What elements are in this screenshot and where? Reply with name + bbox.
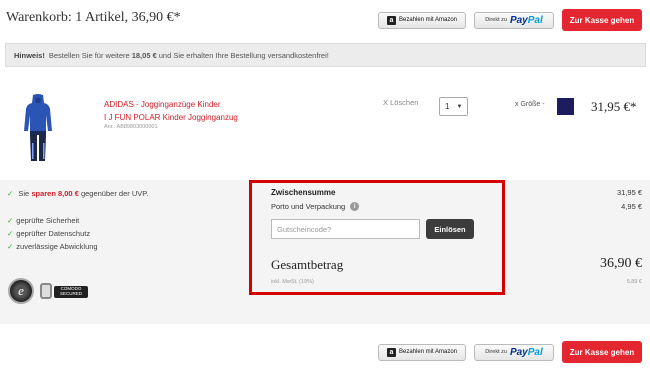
amazon-pay-button[interactable]: a Bezahlen mit Amazon [378,11,466,29]
amazon-pay-button[interactable]: a Bezahlen mit Amazon [378,343,466,361]
quantity-value: 1 [445,102,450,111]
tax-label: inkl. MwSt. (19%) [271,279,314,285]
paypal-logo-pay: Pay [509,346,528,358]
paypal-logo: PayPal [510,347,543,358]
color-swatch [557,98,574,115]
trust-item: ✓ geprüfter Datenschutz [7,227,98,240]
paypal-logo: PayPal [510,15,543,26]
chevron-down-icon: ▼ [456,103,463,110]
trust-list: ✓ geprüfte Sicherheit ✓ geprüfter Datensch… [7,214,98,253]
subtotal-label: Zwischensumme [271,188,336,197]
trusted-shops-badge-icon[interactable]: e [8,278,34,304]
checkout-button[interactable]: Zur Kasse gehen [562,341,642,363]
shipping-value: 4,95 € [621,202,642,211]
trust-item: ✓ geprüfte Sicherheit [7,214,98,227]
total-label: Gesamtbetrag [271,257,344,272]
paypal-logo-pal: Pal [527,14,543,26]
check-icon: ✓ [7,229,14,238]
trust-item-label: zuverlässige Abwicklung [16,242,98,251]
paypal-prefix: Direkt zu [485,17,507,23]
tax-value: 5,89 € [626,279,642,285]
total-value: 36,90 € [600,256,642,271]
hint-label: Hinweis! [14,50,45,60]
amazon-icon: a [386,347,396,357]
comodo-secured-badge-icon[interactable]: COMODO SECURED [40,278,90,304]
info-icon[interactable]: i [350,202,360,211]
lock-icon [40,283,52,299]
paypal-button[interactable]: Direkt zu PayPal [474,343,554,361]
remove-item-button[interactable]: X Löschen [383,98,418,107]
check-icon: ✓ [7,242,14,251]
hint-amount: 18,05 € [131,50,157,60]
check-icon: ✓ [7,216,14,225]
paypal-prefix: Direkt zu [485,349,507,355]
shipping-label-row: Porto und Verpackung i [271,202,360,211]
check-icon: ✓ [7,189,14,198]
product-title-line1: ADIDAS - Jogginganzüge Kinder [104,100,221,109]
cart-title: Warenkorb: 1 Artikel, 36,90 €* [6,10,181,25]
checkout-button[interactable]: Zur Kasse gehen [562,9,642,31]
article-number: Anr.: AB89803000001 [104,124,158,130]
hint-text-after: und Sie erhalten Ihre Bestellung versand… [158,50,329,60]
item-price: 31,95 €* [591,99,637,114]
trust-item-label: geprüfter Datenschutz [16,229,91,238]
paypal-button[interactable]: Direkt zu PayPal [474,11,554,29]
product-title[interactable]: ADIDAS - Jogginganzüge Kinder I J FUN PO… [104,98,238,124]
hint-text-before: Bestellen Sie für weitere [48,50,130,60]
product-title-line2: I J FUN POLAR Kinder Jogginganzug [104,113,238,122]
paypal-logo-pal: Pal [527,346,543,358]
product-image[interactable] [22,93,54,165]
savings-prefix: Sie [18,189,30,198]
amazon-pay-label: Bezahlen mit Amazon [398,17,458,23]
amazon-icon: a [386,15,396,25]
trust-item-label: geprüfte Sicherheit [16,216,80,225]
redeem-button[interactable]: Einlösen [426,219,474,239]
trust-item: ✓ zuverlässige Abwicklung [7,240,98,253]
savings-line: ✓ Sie sparen 8,00 € gegenüber der UVP. [7,189,148,198]
shipping-hint: Hinweis! Bestellen Sie für weitere 18,05… [5,43,646,67]
payment-buttons-bottom: a Bezahlen mit Amazon Direkt zu PayPal Z… [378,341,642,363]
size-label: x Größe - [515,101,545,108]
subtotal-value: 31,95 € [616,188,642,197]
savings-amount: sparen 8,00 € [31,189,79,198]
shipping-label: Porto und Verpackung [271,202,346,211]
amazon-pay-label: Bezahlen mit Amazon [398,349,458,355]
comodo-label: COMODO SECURED [54,286,88,298]
payment-buttons-top: a Bezahlen mit Amazon Direkt zu PayPal Z… [378,9,642,31]
savings-suffix: gegenüber der UVP. [80,189,149,198]
quantity-select[interactable]: 1 ▼ [439,97,468,116]
coupon-input[interactable]: Gutscheincode? [271,219,420,239]
paypal-logo-pay: Pay [509,14,528,26]
